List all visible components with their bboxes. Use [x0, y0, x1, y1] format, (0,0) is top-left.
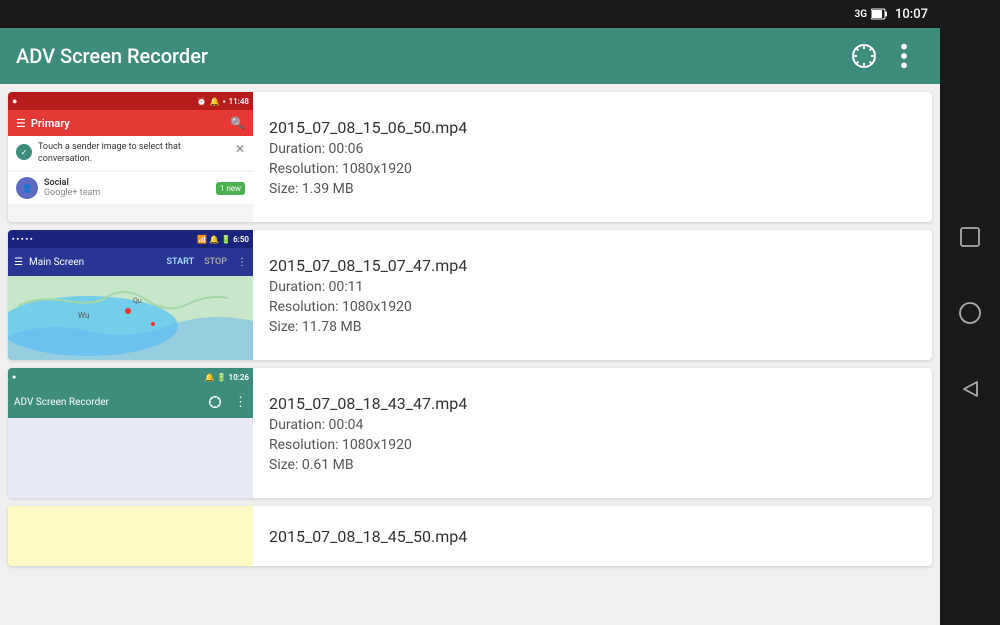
card-2-info: 2015_07_08_15_07_47.mp4 Duration: 00:11 …	[253, 230, 932, 360]
card-4-info: 2015_07_08_18_45_50.mp4	[253, 506, 932, 566]
more-options-button[interactable]	[884, 36, 924, 76]
duration-3: Duration: 00:04	[269, 417, 916, 433]
clock: 10:07	[895, 7, 928, 22]
thumbnail-3: ● 🔔 🔋 10:26 ADV Screen Recorder	[8, 368, 253, 498]
size-3: Size: 0.61 MB	[269, 457, 916, 473]
recording-card-3[interactable]: ● 🔔 🔋 10:26 ADV Screen Recorder	[8, 368, 932, 498]
recordings-list: ● ⏰ 🔔 ▪ 11:48 ☰ Primary 🔍 ✓	[0, 84, 940, 625]
svg-text:Wu: Wu	[78, 311, 89, 320]
status-bar: 3G 10:07	[0, 0, 940, 28]
recording-card-4[interactable]: ▶ 2015_07_08_18_45_50.mp4	[8, 506, 932, 566]
camera-button[interactable]	[844, 36, 884, 76]
thumbnail-4: ▶	[8, 506, 253, 566]
filename-3: 2015_07_08_18_43_47.mp4	[269, 394, 916, 413]
filename-1: 2015_07_08_15_06_50.mp4	[269, 118, 916, 137]
filename-2: 2015_07_08_15_07_47.mp4	[269, 256, 916, 275]
back-button[interactable]	[952, 371, 988, 407]
resolution-1: Resolution: 1080x1920	[269, 161, 916, 177]
card-1-info: 2015_07_08_15_06_50.mp4 Duration: 00:06 …	[253, 92, 932, 222]
battery-icon	[871, 8, 887, 20]
duration-2: Duration: 00:11	[269, 279, 916, 295]
thumbnail-1: ● ⏰ 🔔 ▪ 11:48 ☰ Primary 🔍 ✓	[8, 92, 253, 222]
phone-nav	[940, 0, 1000, 625]
resolution-3: Resolution: 1080x1920	[269, 437, 916, 453]
duration-1: Duration: 00:06	[269, 141, 916, 157]
recents-button[interactable]	[952, 219, 988, 255]
app-title: ADV Screen Recorder	[16, 44, 844, 68]
card-3-info: 2015_07_08_18_43_47.mp4 Duration: 00:04 …	[253, 368, 932, 498]
app-bar: ADV Screen Recorder	[0, 28, 940, 84]
filename-4: 2015_07_08_18_45_50.mp4	[269, 527, 916, 546]
size-2: Size: 11.78 MB	[269, 319, 916, 335]
signal-indicator: 3G	[854, 9, 867, 20]
recording-card-2[interactable]: ▪ ▪ ▪ ▪ ▪ 📶 🔔 🔋 6:50 ☰ Main Screen START…	[8, 230, 932, 360]
resolution-2: Resolution: 1080x1920	[269, 299, 916, 315]
size-1: Size: 1.39 MB	[269, 181, 916, 197]
home-button[interactable]	[952, 295, 988, 331]
svg-text:Qu: Qu	[133, 297, 142, 305]
thumbnail-2: ▪ ▪ ▪ ▪ ▪ 📶 🔔 🔋 6:50 ☰ Main Screen START…	[8, 230, 253, 360]
recording-card-1[interactable]: ● ⏰ 🔔 ▪ 11:48 ☰ Primary 🔍 ✓	[8, 92, 932, 222]
